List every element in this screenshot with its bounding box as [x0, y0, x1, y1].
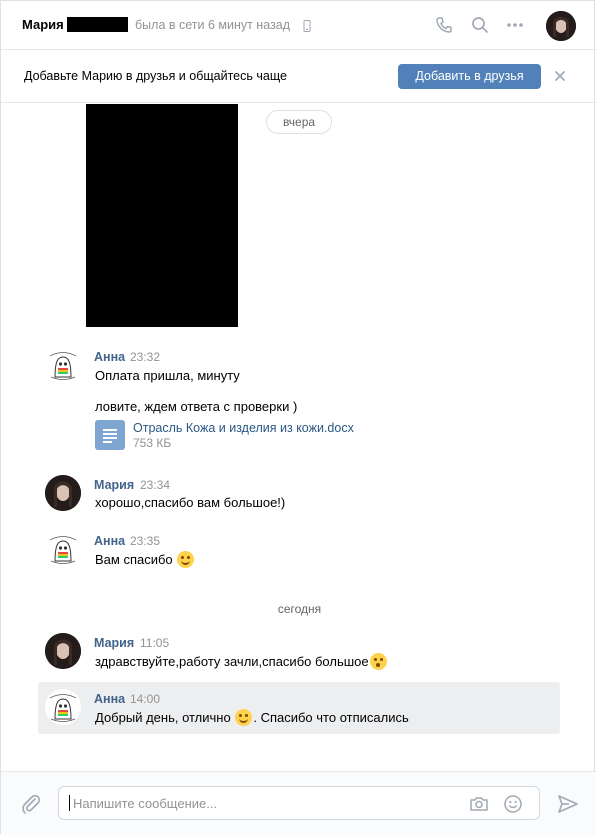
message-time[interactable]: 11:05 — [140, 636, 169, 650]
message-text-row: здравствуйте,работу зачли,спасибо большо… — [95, 653, 388, 670]
camera-icon[interactable] — [468, 793, 490, 815]
message-author[interactable]: Анна — [94, 350, 125, 364]
date-separator-yesterday: вчера — [266, 110, 332, 134]
user-photo-icon — [45, 475, 81, 511]
message-author[interactable]: Анна — [94, 692, 125, 706]
mobile-icon — [303, 20, 311, 32]
document-size: 753 КБ — [133, 436, 172, 450]
message-text: Вам спасибо — [95, 552, 173, 567]
sticker-avatar-icon — [45, 689, 81, 725]
add-friend-banner: Добавьте Марию в друзья и общайтесь чаще… — [1, 50, 596, 103]
close-icon[interactable] — [554, 70, 566, 82]
chat-window: Мария была в сети 6 минут назад Добавьте… — [0, 0, 596, 835]
banner-text: Добавьте Марию в друзья и общайтесь чаще — [24, 69, 287, 83]
phone-icon[interactable] — [434, 15, 454, 35]
smile-emoji-icon — [235, 709, 253, 726]
avatar[interactable] — [45, 475, 81, 511]
smile-icon[interactable] — [502, 793, 524, 815]
redacted-photo[interactable] — [86, 104, 238, 327]
message-composer: Напишите сообщение... — [1, 771, 596, 835]
message-text: ловите, ждем ответа с проверки ) — [95, 399, 298, 414]
more-icon[interactable] — [505, 15, 525, 35]
message-time[interactable]: 14:00 — [130, 692, 160, 706]
message-text-row: Добрый день, отлично . Спасибо что отпис… — [95, 709, 409, 726]
avatar-photo-icon — [546, 11, 576, 41]
smile-emoji-icon — [177, 551, 195, 568]
message-author[interactable]: Анна — [94, 534, 125, 548]
sticker-avatar-icon — [45, 531, 81, 567]
flushed-emoji-icon — [369, 653, 387, 670]
selected-message[interactable] — [38, 682, 560, 734]
message-text: . Спасибо что отписались — [253, 710, 409, 725]
document-icon[interactable] — [95, 420, 125, 450]
message-text: Оплата пришла, минуту — [95, 368, 240, 383]
chat-header: Мария была в сети 6 минут назад — [1, 1, 596, 50]
avatar[interactable] — [45, 531, 81, 567]
user-photo-icon — [45, 633, 81, 669]
send-icon[interactable] — [557, 793, 579, 815]
message-time[interactable]: 23:32 — [130, 350, 160, 364]
text-caret — [69, 795, 70, 811]
paperclip-icon[interactable] — [20, 793, 42, 815]
sticker-avatar-icon — [45, 347, 81, 383]
add-friend-button[interactable]: Добавить в друзья — [398, 64, 541, 89]
contact-name[interactable]: Мария — [22, 17, 64, 32]
message-text: здравствуйте,работу зачли,спасибо большо… — [95, 654, 369, 669]
document-link[interactable]: Отрасль Кожа и изделия из кожи.docx — [133, 421, 354, 435]
message-text: хорошо,спасибо вам большое!) — [95, 495, 286, 510]
message-author[interactable]: Мария — [94, 478, 134, 492]
redacted-surname — [67, 17, 128, 32]
message-time[interactable]: 23:35 — [130, 534, 160, 548]
avatar[interactable] — [45, 689, 81, 725]
message-time[interactable]: 23:34 — [140, 478, 170, 492]
message-text-row: Вам спасибо — [95, 551, 195, 568]
avatar[interactable] — [45, 347, 81, 383]
message-author[interactable]: Мария — [94, 636, 134, 650]
date-separator-today: сегодня — [277, 602, 322, 616]
search-icon[interactable] — [470, 15, 490, 35]
input-placeholder: Напишите сообщение... — [73, 796, 218, 811]
contact-avatar[interactable] — [546, 11, 576, 41]
message-input[interactable]: Напишите сообщение... — [58, 786, 540, 820]
message-text: Добрый день, отлично — [95, 710, 231, 725]
online-status: была в сети 6 минут назад — [135, 18, 290, 32]
avatar[interactable] — [45, 633, 81, 669]
